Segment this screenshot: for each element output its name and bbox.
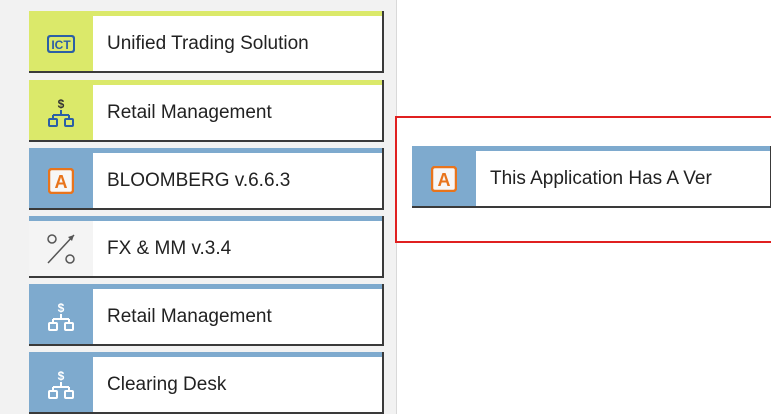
svg-text:A: A (438, 170, 451, 190)
app-tile-bloomberg[interactable]: A BLOOMBERG v.6.6.3 (29, 148, 384, 210)
ict-logo-text: ICT (51, 38, 71, 52)
tile-accent-bar (29, 148, 382, 153)
tile-accent-bar (29, 216, 382, 221)
ict-logo-icon: ICT (29, 16, 93, 71)
svg-text:$: $ (58, 97, 65, 111)
tile-accent-bar (412, 146, 770, 151)
tile-accent-bar (29, 284, 382, 289)
tile-label: FX & MM v.3.4 (107, 237, 232, 259)
tile-label: Retail Management (107, 101, 272, 123)
app-tile-unified-trading-solution[interactable]: ICT Unified Trading Solution (29, 11, 384, 73)
app-launcher-panel: ICT Unified Trading Solution $ Retail Ma… (0, 0, 397, 414)
app-tile-fx-mm[interactable]: FX & MM v.3.4 (29, 216, 384, 278)
letter-a-app-icon: A (412, 151, 476, 206)
tile-label: This Application Has A Ver (490, 167, 712, 189)
app-tile-retail-management-2[interactable]: $ Retail Management (29, 284, 384, 346)
app-tile-retail-management[interactable]: $ Retail Management (29, 80, 384, 142)
org-chart-dollar-icon: $ (29, 289, 93, 344)
svg-text:$: $ (58, 301, 65, 315)
org-chart-dollar-icon: $ (29, 357, 93, 412)
svg-text:A: A (55, 172, 68, 192)
tile-label: BLOOMBERG v.6.6.3 (107, 169, 291, 191)
tile-accent-bar (29, 352, 382, 357)
app-tile-zoomed[interactable]: A This Application Has A Ver (412, 146, 771, 208)
tile-label: Unified Trading Solution (107, 32, 309, 54)
tile-label: Clearing Desk (107, 373, 227, 395)
tile-accent-bar (29, 80, 382, 85)
tile-label: Retail Management (107, 305, 272, 327)
org-chart-dollar-icon: $ (29, 85, 93, 140)
svg-text:$: $ (58, 369, 65, 383)
tile-accent-bar (29, 11, 382, 16)
letter-a-app-icon: A (29, 153, 93, 208)
app-tile-clearing-desk[interactable]: $ Clearing Desk (29, 352, 384, 414)
percent-arrow-icon (29, 221, 93, 276)
